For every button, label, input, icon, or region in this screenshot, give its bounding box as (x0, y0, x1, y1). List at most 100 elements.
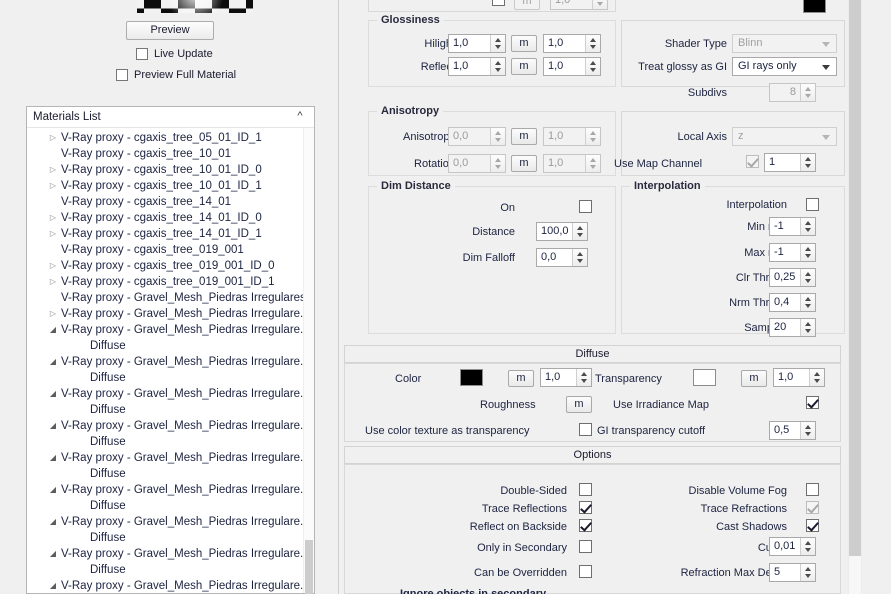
materials-tree-item[interactable]: ▷ V-Ray proxy - cgaxis_tree_14_01_ID_0 (27, 210, 303, 226)
rotation-spinner[interactable]: 0,0 (448, 154, 506, 173)
subdivs-spinner[interactable]: 8 (769, 83, 816, 102)
rotation-mult-spinner[interactable]: 1,0 (543, 154, 601, 173)
use-irradiance-map-checkbox[interactable] (806, 396, 819, 409)
materials-tree-item[interactable]: V-Ray proxy - Gravel_Mesh_Piedras Irregu… (27, 290, 303, 306)
hilight-mult-spinner[interactable]: 1,0 (543, 34, 601, 53)
distance-spinner[interactable]: 100,0 (536, 222, 588, 241)
diffuse-color-map-button[interactable]: m (508, 370, 534, 387)
use-map-channel-checkbox[interactable] (746, 155, 759, 168)
triangle-down-icon[interactable]: ◢ (46, 354, 60, 370)
materials-tree-item[interactable]: ◢ V-Ray proxy - Gravel_Mesh_Piedras Irreg… (27, 450, 303, 466)
hilight-map-button[interactable]: m (511, 35, 537, 52)
reflect-spinner[interactable]: 1,0 (448, 57, 506, 76)
materials-tree-item[interactable]: ◢ V-Ray proxy - Gravel_Mesh_Piedras Irreg… (27, 514, 303, 530)
live-update-checkbox[interactable] (136, 48, 148, 60)
cutoff-spinner[interactable]: 0,01 (769, 537, 816, 556)
top-partial-spinner[interactable]: 1,0 (550, 0, 608, 10)
refraction-max-depth-spinner[interactable]: 5 (769, 563, 816, 582)
materials-tree-item[interactable]: ◢ V-Ray proxy - Gravel_Mesh_Piedras Irreg… (27, 354, 303, 370)
rotation-arrows[interactable] (490, 155, 505, 172)
preview-button[interactable]: Preview (126, 21, 214, 40)
triangle-right-icon[interactable]: ▷ (46, 178, 60, 194)
reflect-on-backside-checkbox[interactable] (579, 519, 592, 532)
anisotropy-spinner[interactable]: 0,0 (448, 127, 506, 146)
reflect-map-button[interactable]: m (511, 58, 537, 75)
refraction-max-depth-arrows[interactable] (800, 564, 815, 581)
max-rate-arrows[interactable] (800, 244, 815, 261)
materials-tree-item[interactable]: ▷ V-Ray proxy - cgaxis_tree_05_01_ID_1 (27, 130, 303, 146)
triangle-right-icon[interactable]: ▷ (46, 226, 60, 242)
triangle-down-icon[interactable]: ◢ (46, 450, 60, 466)
nrm-thresh-spinner[interactable]: 0,4 (769, 293, 816, 312)
materials-list-scrollbar-track[interactable] (303, 128, 314, 594)
dim-falloff-arrows[interactable] (572, 249, 587, 266)
triangle-right-icon[interactable]: ▷ (46, 258, 60, 274)
transparency-spinner[interactable]: 1,0 (773, 368, 825, 387)
triangle-right-icon[interactable]: ▷ (46, 130, 60, 146)
triangle-right-icon[interactable]: ▷ (46, 306, 60, 322)
top-partial-checkbox[interactable] (492, 0, 505, 6)
transparency-swatch[interactable] (693, 369, 716, 386)
roughness-map-button[interactable]: m (566, 396, 592, 413)
exit-color-swatch[interactable] (803, 0, 826, 13)
materials-tree-item[interactable]: Diffuse (27, 338, 303, 354)
triangle-down-icon[interactable]: ◢ (46, 546, 60, 562)
materials-tree-item[interactable]: ◢ V-Ray proxy - Gravel_Mesh_Piedras Irreg… (27, 578, 303, 593)
dim-falloff-spinner[interactable]: 0,0 (536, 248, 588, 267)
gi-transparency-cutoff-spinner[interactable]: 0,5 (769, 421, 816, 440)
triangle-down-icon[interactable]: ◢ (46, 578, 60, 593)
use-map-channel-spinner[interactable]: 1 (764, 153, 816, 172)
materials-tree-item[interactable]: V-Ray proxy - cgaxis_tree_14_01 (27, 194, 303, 210)
transparency-map-button[interactable]: m (741, 370, 767, 387)
materials-tree-item[interactable]: Diffuse (27, 466, 303, 482)
interpolation-checkbox[interactable] (806, 198, 819, 211)
diffuse-color-spinner[interactable]: 1,0 (540, 368, 592, 387)
chevron-down-icon[interactable] (822, 42, 830, 47)
clr-thresh-spinner[interactable]: 0,25 (769, 268, 816, 287)
diffuse-section-header[interactable]: Diffuse (344, 345, 841, 363)
diffuse-color-arrows[interactable] (576, 369, 591, 386)
top-partial-map-button[interactable]: m (514, 0, 540, 10)
reflect-mult-arrows[interactable] (585, 58, 600, 75)
live-update-row[interactable]: Live Update (136, 48, 213, 60)
materials-tree-item[interactable]: Diffuse (27, 530, 303, 546)
chevron-up-icon[interactable]: ^ (294, 110, 306, 122)
anisotropy-mult-spinner[interactable]: 1,0 (543, 127, 601, 146)
parameters-scrollbar-thumb[interactable] (849, 0, 861, 556)
preview-full-material-row[interactable]: Preview Full Material (116, 69, 236, 81)
clr-thresh-arrows[interactable] (800, 269, 815, 286)
materials-tree-item[interactable]: ◢ V-Ray proxy - Gravel_Mesh_Piedras Irreg… (27, 546, 303, 562)
materials-list-header[interactable]: Materials List ^ (27, 107, 314, 128)
triangle-right-icon[interactable]: ▷ (46, 210, 60, 226)
distance-arrows[interactable] (572, 223, 587, 240)
use-map-channel-arrows[interactable] (800, 154, 815, 171)
only-in-secondary-checkbox[interactable] (579, 540, 592, 553)
hilight-mult-arrows[interactable] (585, 35, 600, 52)
disable-volume-fog-checkbox[interactable] (806, 483, 819, 496)
chevron-down-icon[interactable] (822, 135, 830, 140)
options-section-header[interactable]: Options (344, 446, 841, 464)
min-rate-arrows[interactable] (800, 218, 815, 235)
materials-tree-item[interactable]: ▷ V-Ray proxy - cgaxis_tree_14_01_ID_1 (27, 226, 303, 242)
materials-tree-item[interactable]: Diffuse (27, 498, 303, 514)
materials-tree-item[interactable]: ▷ V-Ray proxy - cgaxis_tree_10_01_ID_1 (27, 178, 303, 194)
materials-tree-item[interactable]: V-Ray proxy - cgaxis_tree_019_001 (27, 242, 303, 258)
hilight-spinner[interactable]: 1,0 (448, 34, 506, 53)
triangle-right-icon[interactable]: ▷ (46, 274, 60, 290)
shader-type-combo[interactable]: Blinn (732, 34, 837, 53)
cast-shadows-checkbox[interactable] (806, 519, 819, 532)
local-axis-combo[interactable]: z (732, 127, 837, 146)
materials-tree-item[interactable]: V-Ray proxy - cgaxis_tree_10_01 (27, 146, 303, 162)
triangle-down-icon[interactable]: ◢ (46, 482, 60, 498)
chevron-down-icon[interactable] (822, 65, 830, 70)
anisotropy-arrows[interactable] (490, 128, 505, 145)
rotation-map-button[interactable]: m (511, 155, 537, 172)
materials-tree-item[interactable]: ◢ V-Ray proxy - Gravel_Mesh_Piedras Irreg… (27, 482, 303, 498)
samples-spinner[interactable]: 20 (769, 318, 816, 337)
parameters-scrollbar-track[interactable] (848, 0, 862, 594)
materials-tree-item[interactable]: Diffuse (27, 370, 303, 386)
nrm-thresh-arrows[interactable] (800, 294, 815, 311)
transparency-arrows[interactable] (809, 369, 824, 386)
materials-tree-item[interactable]: ▷ V-Ray proxy - cgaxis_tree_019_001_ID_0 (27, 258, 303, 274)
anisotropy-mult-arrows[interactable] (585, 128, 600, 145)
